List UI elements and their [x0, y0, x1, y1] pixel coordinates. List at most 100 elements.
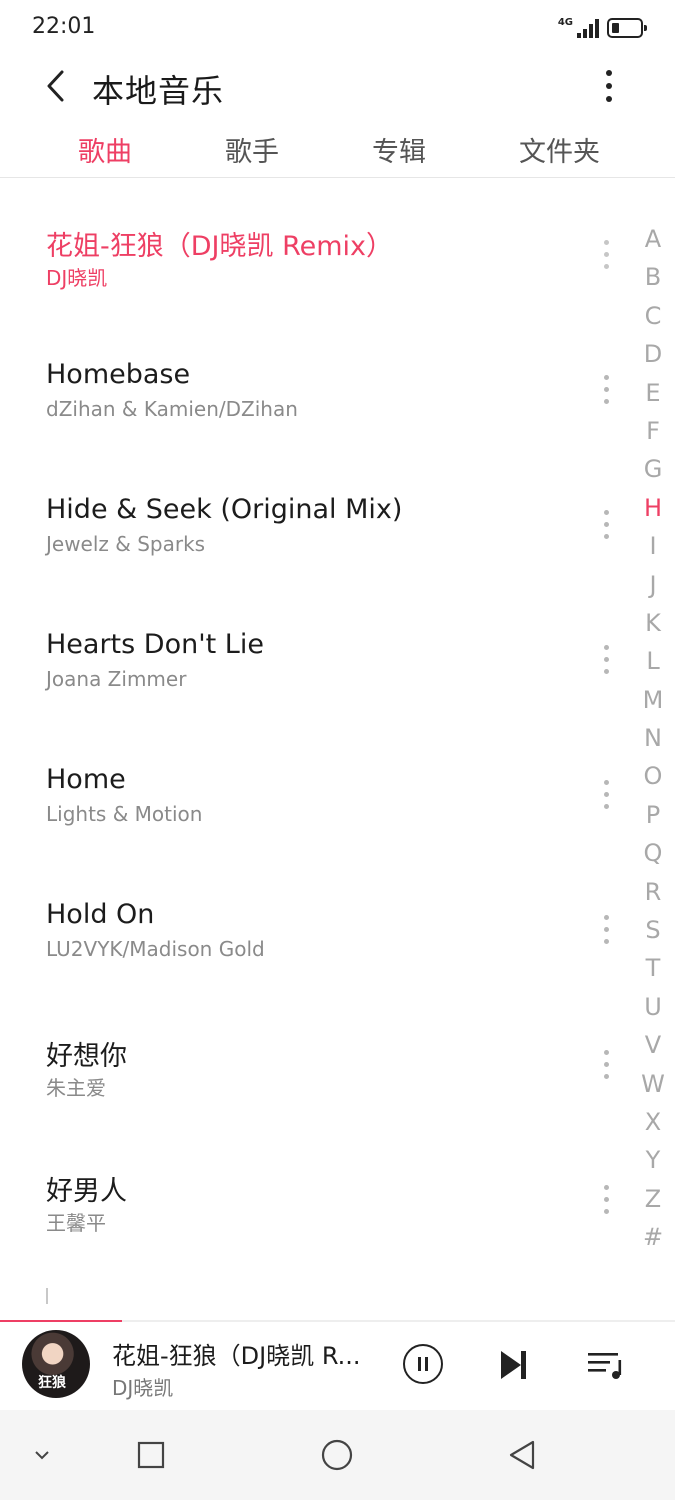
playlist-button[interactable] — [586, 1350, 626, 1380]
tab-folders[interactable]: 文件夹 — [519, 130, 600, 169]
next-track-icon — [501, 1351, 526, 1379]
song-list-item[interactable]: Hold On LU2VYK/Madison Gold — [0, 889, 630, 1024]
vertical-ellipsis-icon — [603, 374, 609, 380]
battery-icon — [607, 18, 647, 38]
album-cover-text: 狂狼 — [38, 1375, 66, 1391]
chevron-left-icon — [47, 70, 64, 102]
song-title: Hold On — [46, 899, 155, 930]
song-list-item[interactable]: Hearts Don't Lie Joana Zimmer — [0, 619, 630, 754]
vertical-ellipsis-icon — [603, 239, 609, 245]
battery-fill — [612, 23, 619, 33]
tab-albums[interactable]: 专辑 — [372, 130, 426, 169]
song-title: 好男人 — [46, 1176, 127, 1207]
song-artist: DJ晓凯 — [46, 266, 108, 290]
signal-icon — [575, 18, 599, 38]
vertical-ellipsis-icon — [606, 70, 612, 76]
tab-bar: 歌曲 歌手 专辑 文件夹 — [0, 118, 675, 178]
nav-home-button[interactable] — [317, 1435, 357, 1475]
alphabet-index-letter[interactable]: H — [636, 489, 670, 527]
alphabet-index-letter[interactable]: P — [636, 796, 670, 834]
song-more-button[interactable] — [594, 1042, 618, 1086]
back-triangle-icon — [509, 1440, 535, 1470]
song-artist: Joana Zimmer — [46, 667, 187, 691]
alphabet-index-letter[interactable]: Y — [636, 1141, 670, 1179]
vertical-ellipsis-icon — [603, 1049, 609, 1055]
alphabet-index-letter[interactable]: Q — [636, 834, 670, 872]
alphabet-index-letter[interactable]: N — [636, 719, 670, 757]
song-title: 花姐-狂狼（DJ晓凯 Remix） — [46, 231, 394, 262]
nav-collapse-button[interactable] — [22, 1435, 62, 1475]
home-circle-icon — [321, 1439, 353, 1471]
now-playing-title: 花姐-狂狼（DJ晓凯 R... — [112, 1342, 361, 1370]
song-list-item[interactable]: 好男人 王馨平 — [0, 1159, 630, 1294]
vertical-ellipsis-icon — [603, 779, 609, 785]
song-more-button[interactable] — [594, 772, 618, 816]
song-title: Home — [46, 764, 126, 795]
next-track-button[interactable] — [499, 1349, 529, 1381]
alphabet-index-letter[interactable]: W — [636, 1065, 670, 1103]
alphabet-index-letter[interactable]: I — [636, 527, 670, 565]
song-list-item[interactable]: Home Lights & Motion — [0, 754, 630, 889]
song-artist: 王馨平 — [46, 1211, 106, 1235]
song-list-item[interactable]: 好想你 朱主爱 — [0, 1024, 630, 1159]
system-nav-bar — [0, 1410, 675, 1500]
tab-songs[interactable]: 歌曲 — [78, 130, 132, 169]
nav-recents-button[interactable] — [131, 1435, 171, 1475]
song-title: Hide & Seek (Original Mix) — [46, 494, 403, 525]
recents-square-icon — [137, 1441, 165, 1469]
alphabet-index-letter[interactable]: T — [636, 949, 670, 987]
alphabet-index-letter[interactable]: F — [636, 412, 670, 450]
song-more-button[interactable] — [594, 232, 618, 276]
song-more-button[interactable] — [594, 367, 618, 411]
vertical-ellipsis-icon — [603, 1184, 609, 1190]
song-artist: Jewelz & Sparks — [46, 532, 206, 556]
alphabet-index-letter[interactable]: R — [636, 873, 670, 911]
alphabet-index-letter[interactable]: X — [636, 1103, 670, 1141]
alphabet-index-letter[interactable]: D — [636, 335, 670, 373]
alphabet-index-letter[interactable]: G — [636, 450, 670, 488]
song-artist: 朱主爱 — [46, 1076, 106, 1100]
alphabet-index-letter[interactable]: B — [636, 258, 670, 296]
alphabet-index-letter[interactable]: K — [636, 604, 670, 642]
tab-artists[interactable]: 歌手 — [225, 130, 279, 169]
alphabet-index-letter[interactable]: # — [636, 1218, 670, 1256]
alphabet-index-letter[interactable]: A — [636, 220, 670, 258]
alphabet-index-letter[interactable]: C — [636, 297, 670, 335]
alphabet-index-letter[interactable]: J — [636, 566, 670, 604]
status-bar: 22:01 4G — [0, 0, 675, 56]
alphabet-index-letter[interactable]: L — [636, 642, 670, 680]
network-type-label: 4G — [557, 16, 573, 28]
vertical-ellipsis-icon — [603, 914, 609, 920]
status-icons: 4G — [557, 14, 647, 42]
song-more-button[interactable] — [594, 907, 618, 951]
collapse-chevron-icon — [35, 1451, 49, 1460]
alphabet-index-letter[interactable]: U — [636, 988, 670, 1026]
song-title: Homebase — [46, 359, 191, 390]
status-time: 22:01 — [32, 14, 96, 39]
song-list-item[interactable]: Hide & Seek (Original Mix) Jewelz & Spar… — [0, 484, 630, 619]
alphabet-index[interactable]: A B C D E F G H I J K L M N O P Q R S T U V W X Y Z # — [636, 220, 670, 1257]
alphabet-index-letter[interactable]: Z — [636, 1180, 670, 1218]
song-more-button[interactable] — [594, 502, 618, 546]
song-artist: LU2VYK/Madison Gold — [46, 937, 265, 961]
album-cover[interactable]: 狂狼 — [22, 1330, 90, 1398]
song-more-button[interactable] — [594, 1177, 618, 1221]
song-artist: Lights & Motion — [46, 802, 203, 826]
playlist-icon — [588, 1353, 622, 1379]
mini-player[interactable]: 狂狼 花姐-狂狼（DJ晓凯 R... DJ晓凯 — [0, 1322, 675, 1410]
alphabet-index-letter[interactable]: V — [636, 1026, 670, 1064]
song-list-item[interactable]: Homebase dZihan & Kamien/DZihan — [0, 349, 630, 484]
song-list-item[interactable]: 花姐-狂狼（DJ晓凯 Remix） DJ晓凯 — [0, 214, 630, 349]
song-artist: dZihan & Kamien/DZihan — [46, 397, 298, 421]
more-options-button[interactable] — [587, 64, 631, 108]
nav-back-button[interactable] — [502, 1435, 542, 1475]
pause-button[interactable] — [403, 1344, 443, 1384]
now-playing-artist: DJ晓凯 — [112, 1376, 174, 1400]
song-more-button[interactable] — [594, 637, 618, 681]
alphabet-index-letter[interactable]: S — [636, 911, 670, 949]
back-button[interactable] — [34, 64, 78, 108]
alphabet-index-letter[interactable]: E — [636, 374, 670, 412]
alphabet-index-letter[interactable]: M — [636, 681, 670, 719]
alphabet-index-letter[interactable]: O — [636, 757, 670, 795]
next-item-cutoff — [46, 1288, 48, 1304]
